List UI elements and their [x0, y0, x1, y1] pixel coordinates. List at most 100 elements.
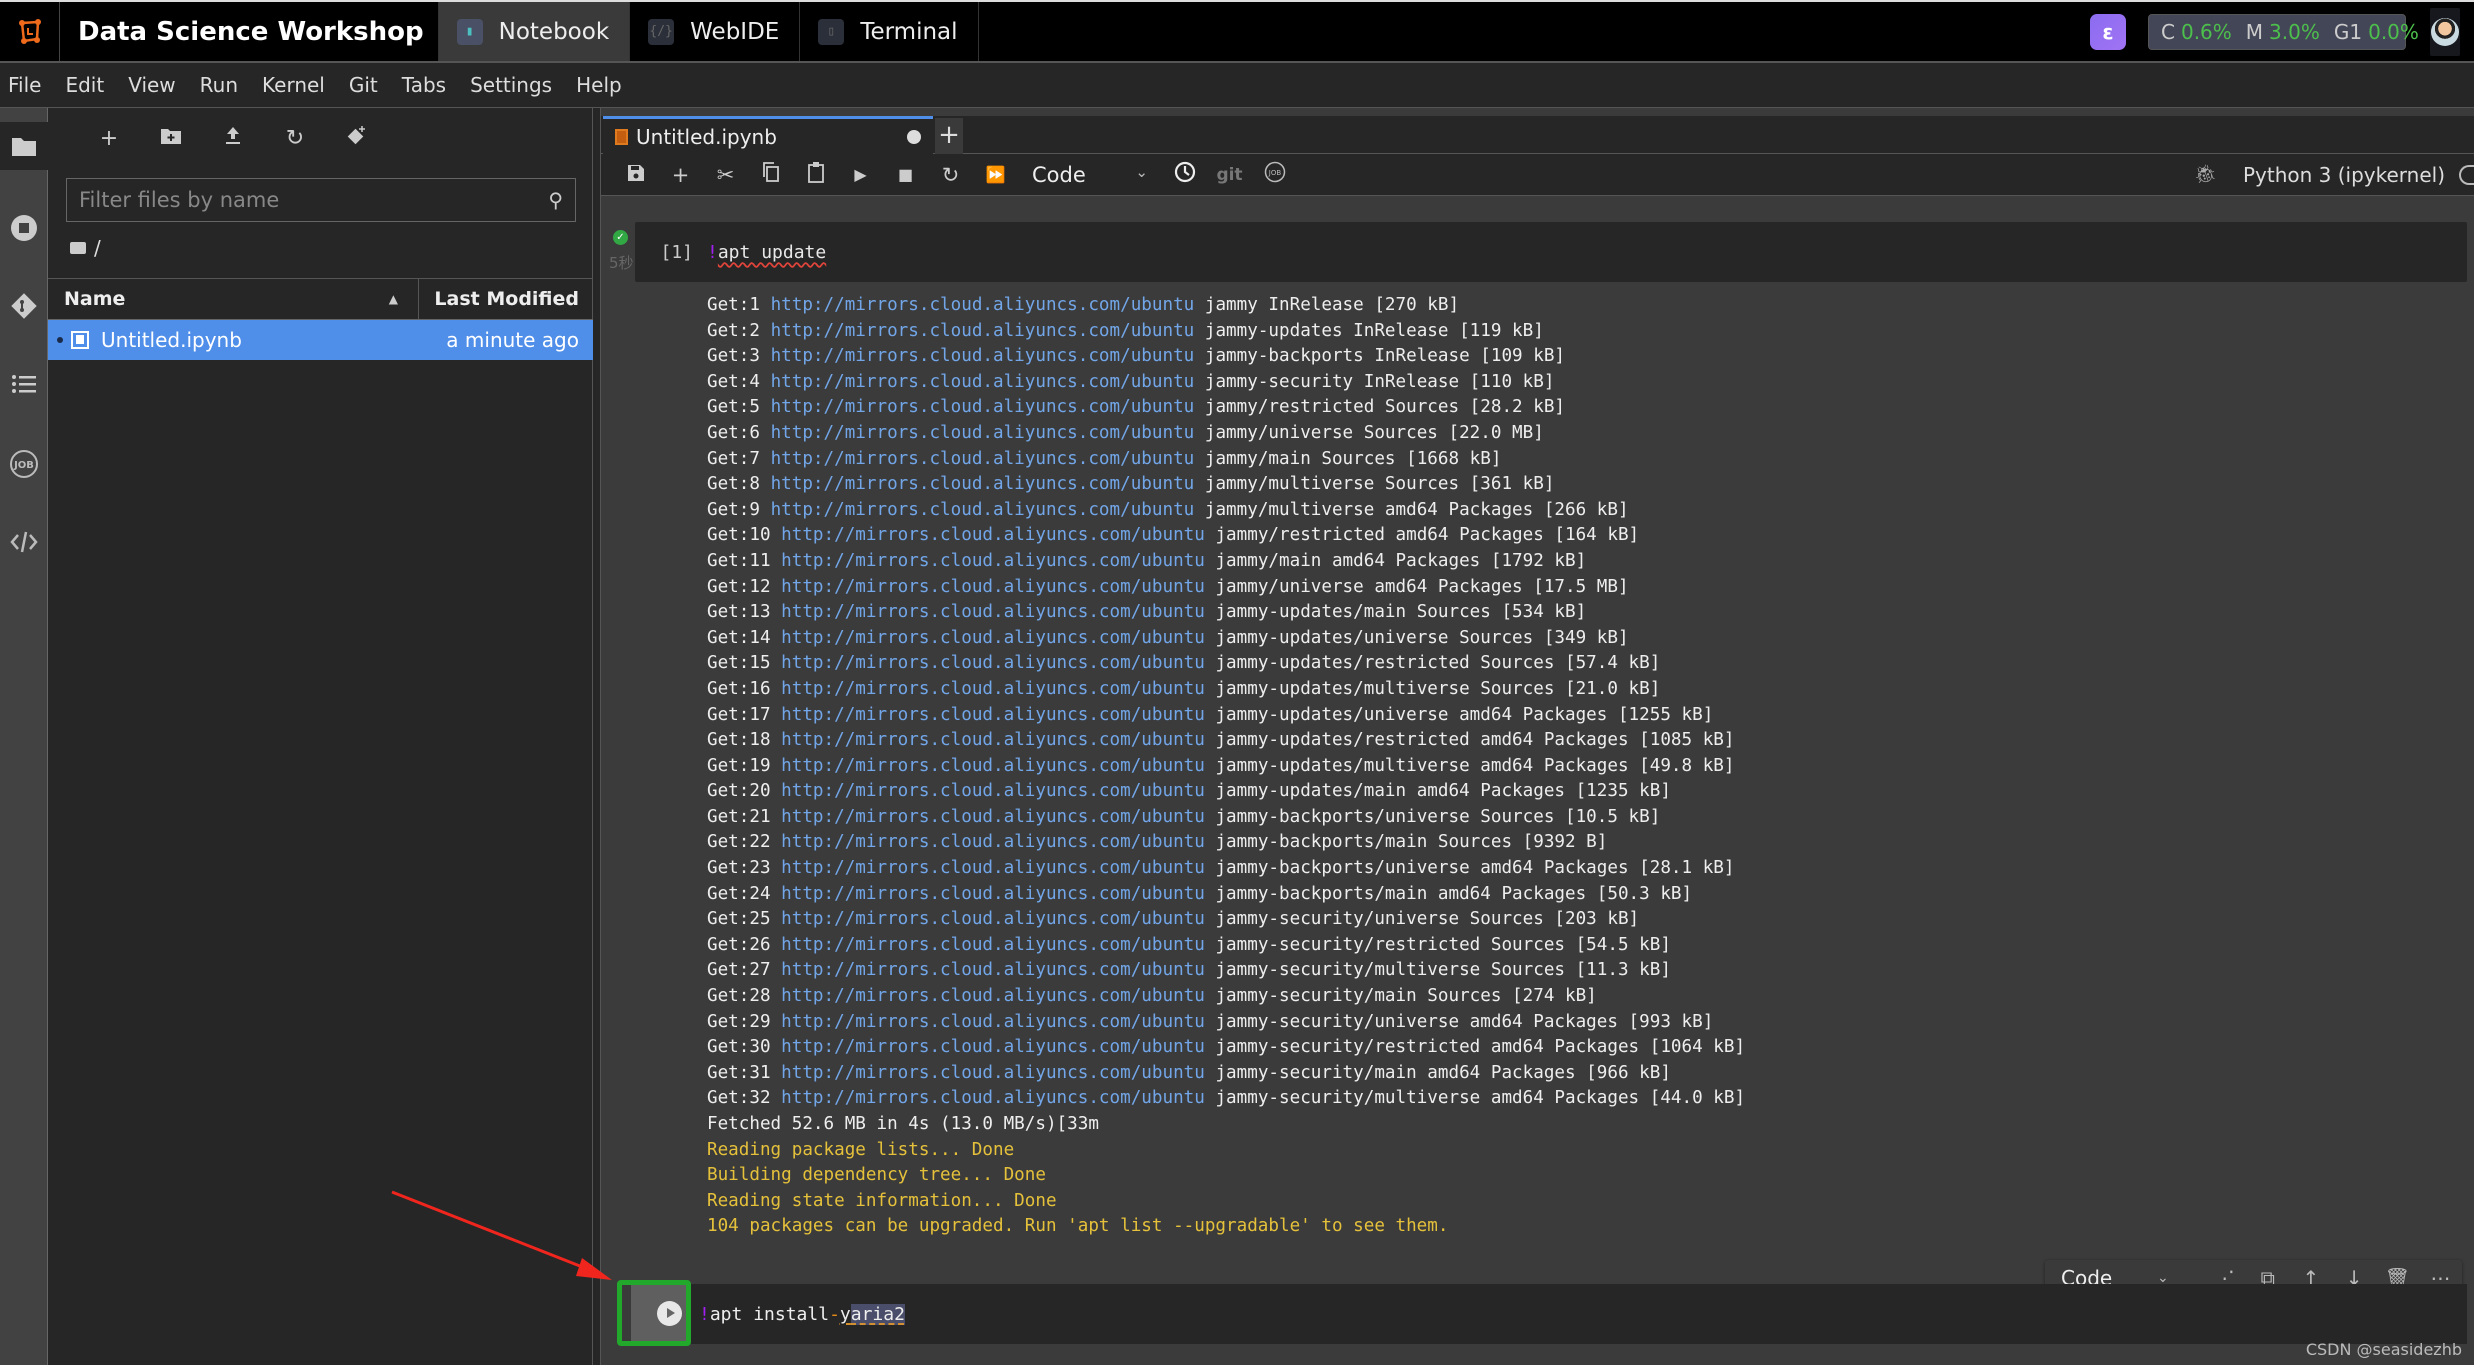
jobs-button[interactable]: JOB [1252, 161, 1297, 188]
mirror-link[interactable]: http://mirrors.cloud.aliyuncs.com/ubuntu [781, 858, 1205, 878]
column-name[interactable]: Name ▲ [48, 288, 418, 310]
cell-collapser[interactable] [622, 1285, 631, 1341]
mirror-link[interactable]: http://mirrors.cloud.aliyuncs.com/ubuntu [781, 551, 1205, 571]
get-detail: jammy-updates/main Sources [534 kB] [1215, 602, 1587, 623]
insert-cell-button[interactable]: + [658, 163, 703, 187]
file-list-item[interactable]: Untitled.ipynb a minute ago [48, 320, 593, 360]
mirror-link[interactable]: http://mirrors.cloud.aliyuncs.com/ubuntu [781, 705, 1205, 725]
mirror-link[interactable]: http://mirrors.cloud.aliyuncs.com/ubuntu [771, 423, 1195, 443]
run-cell-highlight[interactable] [617, 1280, 691, 1346]
mirror-link[interactable]: http://mirrors.cloud.aliyuncs.com/ubuntu [771, 474, 1195, 494]
mirror-link[interactable]: http://mirrors.cloud.aliyuncs.com/ubuntu [781, 1063, 1205, 1083]
git-icon[interactable] [0, 282, 48, 330]
kernel-name[interactable]: Python 3 (ipykernel) [2243, 163, 2445, 187]
cell-editor[interactable]: [1] ! apt update [635, 222, 2467, 282]
git-clone-icon [347, 126, 365, 145]
mirror-link[interactable]: http://mirrors.cloud.aliyuncs.com/ubuntu [781, 807, 1205, 827]
running-sessions-icon[interactable] [0, 204, 48, 252]
user-avatar[interactable] [2430, 7, 2460, 56]
mirror-link[interactable]: http://mirrors.cloud.aliyuncs.com/ubuntu [771, 500, 1195, 520]
menu-kernel[interactable]: Kernel [262, 73, 325, 97]
run-cell-button[interactable]: ▶ [838, 165, 883, 184]
mirror-link[interactable]: http://mirrors.cloud.aliyuncs.com/ubuntu [781, 1012, 1205, 1032]
mirror-link[interactable]: http://mirrors.cloud.aliyuncs.com/ubuntu [771, 321, 1195, 341]
menu-git[interactable]: Git [349, 73, 378, 97]
mirror-link[interactable]: http://mirrors.cloud.aliyuncs.com/ubuntu [781, 577, 1205, 597]
document-tab[interactable]: Untitled.ipynb [603, 116, 933, 154]
mirror-link[interactable]: http://mirrors.cloud.aliyuncs.com/ubuntu [781, 602, 1205, 622]
mirror-link[interactable]: http://mirrors.cloud.aliyuncs.com/ubuntu [781, 756, 1205, 776]
mirror-link[interactable]: http://mirrors.cloud.aliyuncs.com/ubuntu [781, 960, 1205, 980]
mirror-link[interactable]: http://mirrors.cloud.aliyuncs.com/ubuntu [781, 1037, 1205, 1057]
mirror-link[interactable]: http://mirrors.cloud.aliyuncs.com/ubuntu [771, 295, 1195, 315]
mirror-link[interactable]: http://mirrors.cloud.aliyuncs.com/ubuntu [781, 525, 1205, 545]
menu-tabs[interactable]: Tabs [402, 73, 446, 97]
mirror-link[interactable]: http://mirrors.cloud.aliyuncs.com/ubuntu [781, 832, 1205, 852]
menu-help[interactable]: Help [576, 73, 622, 97]
cell-editor[interactable]: ! apt install -y aria2 [691, 1284, 2467, 1344]
menu-edit[interactable]: Edit [65, 73, 104, 97]
get-detail: jammy-updates/multiverse amd64 Packages … [1215, 755, 1735, 776]
get-label: Get:6 [707, 422, 760, 443]
run-cell-icon[interactable] [657, 1301, 682, 1326]
git-clone-button[interactable] [326, 124, 388, 152]
resource-metrics[interactable]: C 0.6% M 3.0% G1 0.0% [2148, 13, 2419, 50]
get-label: Get:20 [707, 781, 771, 802]
file-filter-input[interactable] [79, 188, 549, 212]
mirror-link[interactable]: http://mirrors.cloud.aliyuncs.com/ubuntu [781, 628, 1205, 648]
mirror-link[interactable]: http://mirrors.cloud.aliyuncs.com/ubuntu [781, 1088, 1205, 1108]
notebook-file-icon [71, 331, 89, 349]
folder-icon[interactable] [70, 242, 86, 254]
mirror-link[interactable]: http://mirrors.cloud.aliyuncs.com/ubuntu [781, 935, 1205, 955]
mirror-link[interactable]: http://mirrors.cloud.aliyuncs.com/ubuntu [771, 397, 1195, 417]
refresh-button[interactable]: ↻ [264, 126, 326, 151]
menu-view[interactable]: View [128, 73, 175, 97]
debugger-icon[interactable]: 🐞︎ [2194, 164, 2217, 185]
app-tab-notebook[interactable]: ▮ Notebook [437, 2, 630, 61]
interrupt-kernel-button[interactable]: ■ [883, 165, 928, 184]
menu-settings[interactable]: Settings [470, 73, 552, 97]
unsaved-indicator-icon[interactable] [907, 129, 921, 144]
mirror-link[interactable]: http://mirrors.cloud.aliyuncs.com/ubuntu [781, 909, 1205, 929]
app-tab-terminal[interactable]: ▯ Terminal [799, 2, 979, 61]
history-button[interactable] [1162, 161, 1207, 188]
code-cell-1[interactable]: ✓ 5秒 [1] ! apt update [601, 222, 2474, 282]
mirror-link[interactable]: http://mirrors.cloud.aliyuncs.com/ubuntu [781, 884, 1205, 904]
copy-button[interactable] [748, 162, 793, 187]
new-tab-button[interactable]: + [935, 118, 963, 154]
get-label: Get:23 [707, 858, 771, 879]
menu-file[interactable]: File [8, 73, 41, 97]
restart-kernel-button[interactable]: ↻ [928, 163, 973, 187]
mirror-link[interactable]: http://mirrors.cloud.aliyuncs.com/ubuntu [771, 346, 1195, 366]
ai-assistant-icon[interactable]: ε [2090, 13, 2126, 50]
code-cell-2[interactable]: ! apt install -y aria2 [617, 1280, 2474, 1346]
table-of-contents-icon[interactable] [0, 360, 48, 408]
new-launcher-button[interactable]: + [78, 126, 140, 151]
mirror-link[interactable]: http://mirrors.cloud.aliyuncs.com/ubuntu [781, 781, 1205, 801]
jobs-icon[interactable]: JOB [0, 440, 48, 488]
folder-icon[interactable] [0, 122, 48, 170]
app-logo[interactable] [0, 2, 60, 61]
mirror-link[interactable]: http://mirrors.cloud.aliyuncs.com/ubuntu [771, 449, 1195, 469]
breadcrumb-root[interactable]: / [94, 236, 101, 260]
column-last-modified[interactable]: Last Modified [418, 279, 593, 319]
mirror-link[interactable]: http://mirrors.cloud.aliyuncs.com/ubuntu [771, 372, 1195, 392]
save-button[interactable] [613, 163, 658, 187]
paste-button[interactable] [793, 161, 838, 188]
mirror-link[interactable]: http://mirrors.cloud.aliyuncs.com/ubuntu [781, 730, 1205, 750]
mirror-link[interactable]: http://mirrors.cloud.aliyuncs.com/ubuntu [781, 986, 1205, 1006]
output-line: Get:6 http://mirrors.cloud.aliyuncs.com/… [707, 421, 1745, 447]
restart-run-all-button[interactable]: ⏩ [973, 165, 1018, 184]
mirror-link[interactable]: http://mirrors.cloud.aliyuncs.com/ubuntu [781, 653, 1205, 673]
cut-button[interactable]: ✂ [703, 163, 748, 187]
mirror-link[interactable]: http://mirrors.cloud.aliyuncs.com/ubuntu [781, 679, 1205, 699]
cell-type-select[interactable]: Code ⌄ [1018, 163, 1148, 187]
get-label: Get:29 [707, 1011, 771, 1032]
new-folder-button[interactable] [140, 126, 202, 151]
menu-run[interactable]: Run [200, 73, 238, 97]
code-snippets-icon[interactable] [0, 518, 48, 566]
app-tab-webide[interactable]: {/} WebIDE [629, 2, 799, 61]
get-detail: jammy-security InRelease [110 kB] [1204, 371, 1555, 392]
upload-button[interactable] [202, 125, 264, 151]
git-diff-button[interactable]: git [1207, 165, 1252, 185]
